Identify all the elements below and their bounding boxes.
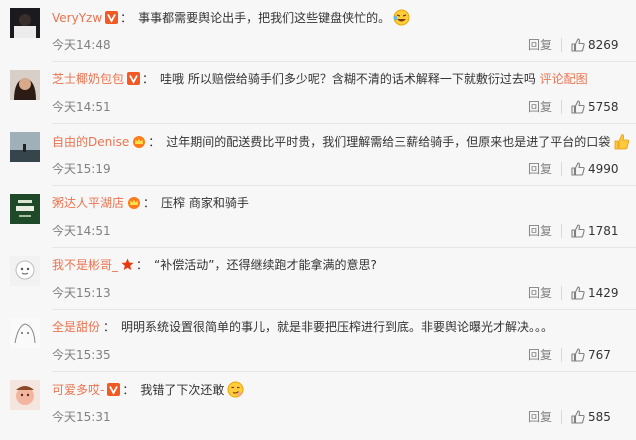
thumbs-up-icon	[571, 410, 585, 424]
like-count: 4990	[588, 162, 619, 176]
like-count: 5758	[588, 100, 619, 114]
reply-button[interactable]: 回复	[528, 38, 552, 52]
comment-text: 事事都需要舆论出手，把我们这些键盘侠忙的。	[138, 11, 391, 25]
like-button[interactable]: 4990	[571, 160, 619, 178]
thumbs-up-icon	[571, 286, 585, 300]
smirk-emoji	[227, 381, 244, 402]
like-count: 1781	[588, 224, 619, 238]
username[interactable]: 自由的Denise	[52, 135, 129, 149]
action-divider	[561, 410, 562, 424]
comment-time: 今天15:13	[52, 286, 111, 300]
like-button[interactable]: 5758	[571, 98, 619, 116]
vip-v-icon	[105, 11, 119, 28]
action-divider	[561, 348, 562, 362]
like-button[interactable]: 1429	[571, 284, 619, 302]
reply-button[interactable]: 回复	[528, 348, 552, 362]
comment-image-link[interactable]: 评论配图	[540, 72, 588, 86]
comment-time: 今天14:51	[52, 100, 111, 114]
separator: ：	[136, 258, 149, 272]
comment-text: 我错了下次还敢	[140, 383, 225, 397]
username[interactable]: VeryYzw	[52, 11, 102, 25]
avatar[interactable]	[10, 132, 40, 162]
comment-item: 自由的Denise ： 过年期间的配送费比平时贵，我们理解需给三薪给骑手，但原来也是…	[0, 124, 636, 186]
separator: ：	[148, 135, 161, 149]
reply-button[interactable]: 回复	[528, 286, 552, 300]
comment-line: 粥达人平湖店 ： 压榨 商家和骑手	[52, 195, 249, 213]
comment-line: 全是甜份： 明明系统设置很简单的事儿，就是非要把压榨进行到底。非要舆论曝光才解决。…	[52, 319, 553, 335]
username[interactable]: 全是甜份	[52, 320, 100, 334]
comment-line: VeryYzw ： 事事都需要舆论出手，把我们这些键盘侠忙的。	[52, 9, 410, 30]
comment-time: 今天15:19	[52, 162, 111, 176]
thumbs-up-icon	[571, 348, 585, 362]
comment-item: 粥达人平湖店 ： 压榨 商家和骑手 今天14:51 回复 1781	[0, 186, 636, 248]
username[interactable]: 粥达人平湖店	[52, 196, 124, 210]
comment-line: 芝士椰奶包包 ： 哇哦 所以赔偿给骑手们多少呢？含糊不清的话术解释一下就敷衍过去吗 …	[52, 71, 588, 89]
comment-time: 今天15:31	[52, 410, 111, 424]
crown-icon	[132, 135, 146, 152]
like-count: 585	[588, 410, 611, 424]
comment-time: 今天14:48	[52, 38, 111, 52]
reply-button[interactable]: 回复	[528, 224, 552, 238]
comment-item: VeryYzw ： 事事都需要舆论出手，把我们这些键盘侠忙的。 今天14:48 回复…	[0, 0, 636, 62]
like-button[interactable]: 767	[571, 346, 611, 364]
comment-time: 今天15:35	[52, 348, 111, 362]
star-icon	[121, 258, 134, 275]
username[interactable]: 可爱多哎-	[52, 383, 104, 397]
comment-item: 我不是彬哥_ ： “补偿活动”，还得继续跑才能拿满的意思? 今天15:13 回复 1…	[0, 248, 636, 310]
crown-icon	[127, 196, 141, 213]
separator: ：	[103, 320, 116, 334]
separator: ：	[143, 196, 156, 210]
reply-button[interactable]: 回复	[528, 410, 552, 424]
avatar[interactable]	[10, 8, 40, 38]
username[interactable]: 芝士椰奶包包	[52, 72, 124, 86]
thumbs-up-icon	[571, 38, 585, 52]
action-divider	[561, 224, 562, 238]
vip-v-icon	[107, 383, 121, 400]
thumbs-up-icon	[571, 224, 585, 238]
thumbs-up-icon	[571, 100, 585, 114]
separator: ：	[142, 72, 155, 86]
avatar[interactable]	[10, 194, 40, 224]
laughing-tears-emoji	[393, 9, 410, 30]
like-button[interactable]: 585	[571, 408, 611, 426]
action-divider	[561, 286, 562, 300]
avatar[interactable]	[10, 318, 40, 348]
comment-time: 今天14:51	[52, 224, 111, 238]
avatar[interactable]	[10, 256, 40, 286]
comment-list: VeryYzw ： 事事都需要舆论出手，把我们这些键盘侠忙的。 今天14:48 回复…	[0, 0, 636, 440]
like-button[interactable]: 8269	[571, 36, 619, 54]
comment-body: 哇哦 所以赔偿给骑手们多少呢？含糊不清的话术解释一下就敷衍过去吗	[160, 72, 540, 86]
comment-text: 过年期间的配送费比平时贵，我们理解需给三薪给骑手，但原来也是进了平台的口袋	[166, 135, 611, 149]
comment-item: 全是甜份： 明明系统设置很简单的事儿，就是非要把压榨进行到底。非要舆论曝光才解决。…	[0, 310, 636, 372]
thumbs-up-emoji	[613, 133, 630, 154]
like-count: 8269	[588, 38, 619, 52]
comment-item: 可爱多哎- ： 我错了下次还敢 今天15:31 回复 585	[0, 372, 636, 434]
like-count: 767	[588, 348, 611, 362]
avatar[interactable]	[10, 380, 40, 410]
separator: ：	[122, 383, 135, 397]
username[interactable]: 我不是彬哥_	[52, 258, 118, 272]
comment-line: 自由的Denise ： 过年期间的配送费比平时贵，我们理解需给三薪给骑手，但原来也是…	[52, 133, 630, 154]
thumbs-up-icon	[571, 162, 585, 176]
comment-item: 芝士椰奶包包 ： 哇哦 所以赔偿给骑手们多少呢？含糊不清的话术解释一下就敷衍过去吗 …	[0, 62, 636, 124]
like-button[interactable]: 1781	[571, 222, 619, 240]
comment-text: “补偿活动”，还得继续跑才能拿满的意思?	[154, 258, 377, 272]
comment-text: 明明系统设置很简单的事儿，就是非要把压榨进行到底。非要舆论曝光才解决。。。	[121, 320, 554, 334]
comment-text: 压榨 商家和骑手	[161, 196, 249, 210]
avatar[interactable]	[10, 70, 40, 100]
comment-line: 我不是彬哥_ ： “补偿活动”，还得继续跑才能拿满的意思?	[52, 257, 377, 275]
action-divider	[561, 162, 562, 176]
reply-button[interactable]: 回复	[528, 162, 552, 176]
comment-line: 可爱多哎- ： 我错了下次还敢	[52, 381, 244, 402]
comment-text: 哇哦 所以赔偿给骑手们多少呢？含糊不清的话术解释一下就敷衍过去吗 评论配图	[160, 72, 588, 86]
reply-button[interactable]: 回复	[528, 100, 552, 114]
action-divider	[561, 100, 562, 114]
separator: ：	[120, 11, 133, 25]
vip-v-icon	[127, 72, 141, 89]
action-divider	[561, 38, 562, 52]
like-count: 1429	[588, 286, 619, 300]
